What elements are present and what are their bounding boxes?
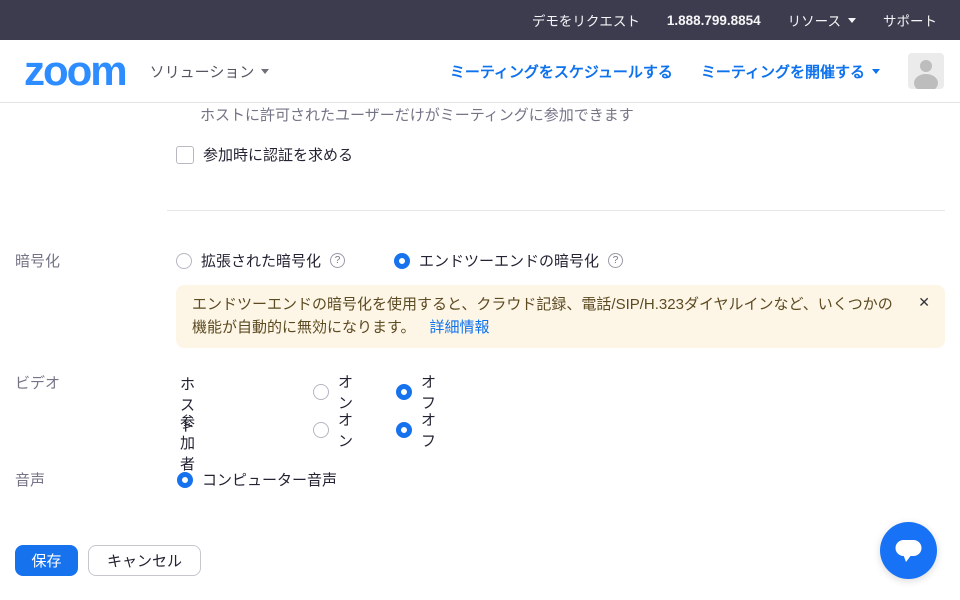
audio-section-label: 音声 (15, 469, 45, 490)
chevron-down-icon (872, 69, 880, 74)
radio-selected-icon[interactable] (396, 384, 412, 400)
question-mark-icon[interactable]: ? (608, 253, 623, 268)
e2e-encryption-radio[interactable]: エンドツーエンドの暗号化 ? (394, 250, 623, 271)
computer-audio-label: コンピューター音声 (202, 469, 337, 490)
user-icon (908, 53, 944, 89)
e2e-warning-banner: エンドツーエンドの暗号化を使用すると、クラウド記録、電話/SIP/H.323ダイ… (176, 285, 945, 348)
radio-selected-icon[interactable] (396, 422, 412, 438)
chat-fab-button[interactable] (880, 522, 937, 579)
solutions-menu[interactable]: ソリューション (150, 61, 270, 82)
video-participant-on-radio[interactable]: オン (313, 409, 353, 451)
video-participant-label: 参加者 (180, 411, 195, 474)
require-auth-label: 参加時に認証を求める (203, 144, 353, 165)
off-label: オフ (421, 371, 436, 413)
question-mark-icon[interactable]: ? (330, 253, 345, 268)
radio-selected-icon[interactable] (394, 253, 410, 269)
chevron-down-icon (848, 18, 856, 23)
request-demo-link[interactable]: デモをリクエスト (532, 10, 640, 30)
e2e-encryption-label: エンドツーエンドの暗号化 (419, 250, 599, 271)
on-label: オン (338, 371, 353, 413)
host-permission-note: ホストに許可されたユーザーだけがミーティングに参加できます (200, 104, 634, 125)
zoom-logo[interactable]: zoom (24, 50, 126, 92)
video-participant-off-radio[interactable]: オフ (396, 409, 436, 451)
solutions-label: ソリューション (150, 61, 255, 82)
phone-number[interactable]: 1.888.799.8854 (667, 13, 761, 28)
main-header: zoom ソリューション ミーティングをスケジュールする ミーティングを開催する (0, 40, 960, 103)
support-link[interactable]: サポート (883, 10, 937, 30)
header-right-nav: ミーティングをスケジュールする ミーティングを開催する (450, 53, 944, 89)
cancel-button[interactable]: キャンセル (88, 545, 201, 576)
encryption-options: 拡張された暗号化 ? エンドツーエンドの暗号化 ? (176, 250, 623, 271)
checkbox-unchecked-icon[interactable] (176, 146, 194, 164)
enhanced-encryption-label: 拡張された暗号化 (201, 250, 321, 271)
radio-unselected-icon[interactable] (313, 422, 329, 438)
video-section-label: ビデオ (15, 372, 60, 393)
off-label: オフ (421, 409, 436, 451)
resources-label: リソース (788, 10, 841, 30)
zoom-meeting-settings-page: デモをリクエスト 1.888.799.8854 リソース サポート zoom ソ… (0, 0, 960, 600)
video-host-off-radio[interactable]: オフ (396, 371, 436, 413)
radio-unselected-icon[interactable] (176, 253, 192, 269)
profile-avatar[interactable] (908, 53, 944, 89)
chat-bubble-icon (895, 539, 922, 563)
video-host-on-radio[interactable]: オン (313, 371, 353, 413)
on-label: オン (338, 409, 353, 451)
encryption-section-label: 暗号化 (15, 250, 60, 271)
host-meeting-menu[interactable]: ミーティングを開催する (701, 61, 880, 82)
radio-selected-icon[interactable] (177, 472, 193, 488)
warning-text: エンドツーエンドの暗号化を使用すると、クラウド記録、電話/SIP/H.323ダイ… (192, 296, 893, 336)
host-meeting-label: ミーティングを開催する (701, 61, 865, 82)
resources-menu[interactable]: リソース (788, 10, 856, 30)
top-utility-bar: デモをリクエスト 1.888.799.8854 リソース サポート (0, 0, 960, 40)
enhanced-encryption-radio[interactable]: 拡張された暗号化 ? (176, 250, 345, 271)
chevron-down-icon (261, 69, 269, 74)
require-auth-checkbox-row[interactable]: 参加時に認証を求める (176, 144, 353, 165)
radio-unselected-icon[interactable] (313, 384, 329, 400)
schedule-meeting-link[interactable]: ミーティングをスケジュールする (450, 61, 673, 82)
learn-more-link[interactable]: 詳細情報 (430, 319, 490, 336)
save-button[interactable]: 保存 (15, 545, 78, 576)
computer-audio-radio[interactable]: コンピューター音声 (177, 469, 337, 490)
section-divider (167, 210, 945, 211)
close-icon[interactable]: ✕ (918, 295, 930, 309)
